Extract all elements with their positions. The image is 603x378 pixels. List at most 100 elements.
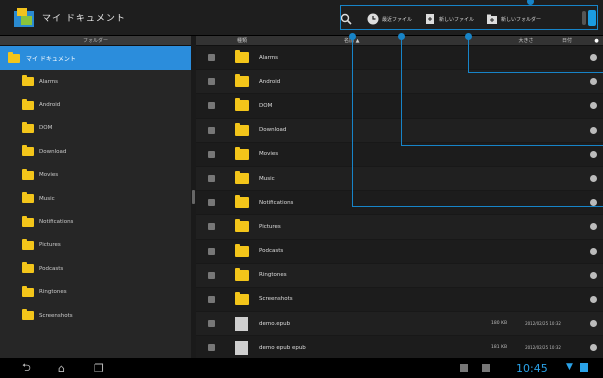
home-icon[interactable]: ⌂	[58, 362, 72, 375]
row-checkbox[interactable]	[208, 126, 215, 134]
row-checkbox[interactable]	[208, 150, 215, 158]
file-size: 180 KB	[490, 321, 508, 327]
status-clock: 10:45	[516, 362, 548, 375]
file-date: 2012/02/25 10:32	[525, 344, 561, 350]
divider-grip-handle[interactable]	[192, 190, 195, 204]
tree-root-label: マイ ドキュメント	[26, 55, 76, 63]
file-row[interactable]: Ringtones	[196, 263, 603, 288]
tree-item[interactable]: Screenshots	[0, 304, 191, 327]
folder-tree-list: Alarms Android DOM Download Movies Music Notif…	[0, 70, 191, 327]
row-checkbox[interactable]	[208, 175, 215, 183]
callout-dot	[465, 33, 472, 40]
callout-line-new-file	[468, 37, 603, 73]
screenshot-icon	[482, 364, 490, 372]
info-icon[interactable]	[590, 223, 597, 231]
folder-icon	[22, 192, 34, 204]
folder-icon	[235, 291, 249, 305]
folder-icon	[22, 238, 34, 250]
folder-tree-header: フォルダー	[0, 36, 191, 46]
folder-icon	[22, 262, 34, 274]
folder-icon	[235, 122, 249, 136]
file-row[interactable]: Pictures	[196, 215, 603, 240]
tree-item-label: Pictures	[39, 242, 61, 249]
column-select[interactable]	[196, 36, 228, 45]
file-icon	[235, 340, 248, 355]
file-row[interactable]: Screenshots	[196, 288, 603, 313]
file-row[interactable]: demo epub epub 181 KB 2012/02/25 10:32	[196, 336, 603, 361]
row-checkbox[interactable]	[208, 247, 215, 255]
tree-item-label: Alarms	[39, 78, 59, 85]
wifi-icon: ▼	[566, 362, 573, 372]
file-row[interactable]: demo.epub 180 KB 2012/02/25 10:32	[196, 312, 603, 337]
folder-icon	[235, 98, 249, 112]
info-icon[interactable]	[590, 295, 597, 303]
tree-item[interactable]: Podcasts	[0, 257, 191, 280]
folder-icon	[235, 171, 249, 185]
tree-item-label: DOM	[39, 125, 53, 132]
file-name: Screenshots	[259, 296, 293, 303]
tree-item[interactable]: Movies	[0, 164, 191, 187]
row-checkbox[interactable]	[208, 223, 215, 231]
folder-icon	[235, 219, 249, 233]
folder-icon	[22, 309, 34, 321]
file-name: demo.epub	[259, 320, 291, 327]
row-checkbox[interactable]	[208, 54, 215, 62]
row-checkbox[interactable]	[208, 271, 215, 279]
tree-item[interactable]: Alarms	[0, 70, 191, 93]
tree-root-my-documents[interactable]: マイ ドキュメント	[0, 46, 191, 70]
callout-dot	[398, 33, 405, 40]
folder-icon	[235, 146, 249, 160]
folder-icon	[22, 285, 34, 297]
usb-icon	[460, 364, 468, 372]
folder-icon	[235, 50, 249, 64]
tree-item-label: Movies	[39, 172, 59, 179]
tree-item-label: Download	[39, 148, 67, 155]
row-checkbox[interactable]	[208, 199, 215, 207]
row-checkbox[interactable]	[208, 102, 215, 110]
file-date: 2012/02/25 10:32	[525, 320, 561, 326]
row-checkbox[interactable]	[208, 78, 215, 86]
app-title: マイ ドキュメント	[42, 14, 126, 24]
file-row[interactable]: Podcasts	[196, 240, 603, 264]
folder-icon	[22, 75, 34, 87]
row-checkbox[interactable]	[208, 344, 215, 352]
callout-frame	[340, 5, 598, 30]
column-type[interactable]: 種類	[228, 36, 256, 45]
file-icon	[235, 316, 248, 331]
tree-item-label: Notifications	[39, 219, 74, 226]
file-size: 181 KB	[490, 345, 508, 351]
file-name: Podcasts	[259, 248, 284, 255]
folder-icon	[235, 195, 249, 209]
back-icon[interactable]: ⮌	[22, 359, 36, 378]
folder-icon	[22, 145, 34, 157]
tree-item[interactable]: Android	[0, 93, 191, 116]
folder-icon	[235, 74, 249, 88]
tree-item[interactable]: Notifications	[0, 210, 191, 233]
folder-icon	[22, 168, 34, 180]
tree-item-label: Screenshots	[39, 312, 73, 319]
tree-item[interactable]: Download	[0, 140, 191, 163]
info-icon[interactable]	[590, 344, 597, 352]
callout-dot	[349, 33, 356, 40]
folder-icon	[235, 243, 249, 257]
recent-apps-icon[interactable]: ❐	[94, 362, 108, 375]
app-logo-icon	[14, 8, 34, 27]
file-name: demo epub epub	[259, 344, 306, 351]
row-checkbox[interactable]	[208, 320, 215, 328]
folder-icon	[22, 121, 34, 133]
info-icon[interactable]	[590, 320, 597, 328]
folder-icon	[8, 51, 20, 63]
tree-item-label: Music	[39, 195, 55, 202]
folder-icon	[22, 98, 34, 110]
tree-item[interactable]: DOM	[0, 117, 191, 140]
tree-item-label: Podcasts	[39, 265, 64, 272]
info-icon[interactable]	[590, 247, 597, 255]
info-icon[interactable]	[590, 271, 597, 279]
tree-item[interactable]: Pictures	[0, 234, 191, 257]
row-checkbox[interactable]	[208, 295, 215, 303]
tree-item[interactable]: Ringtones	[0, 281, 191, 304]
tree-item-label: Ringtones	[39, 289, 67, 296]
file-name: Pictures	[259, 223, 281, 230]
tree-item[interactable]: Music	[0, 187, 191, 210]
file-name: Ringtones	[259, 272, 287, 279]
